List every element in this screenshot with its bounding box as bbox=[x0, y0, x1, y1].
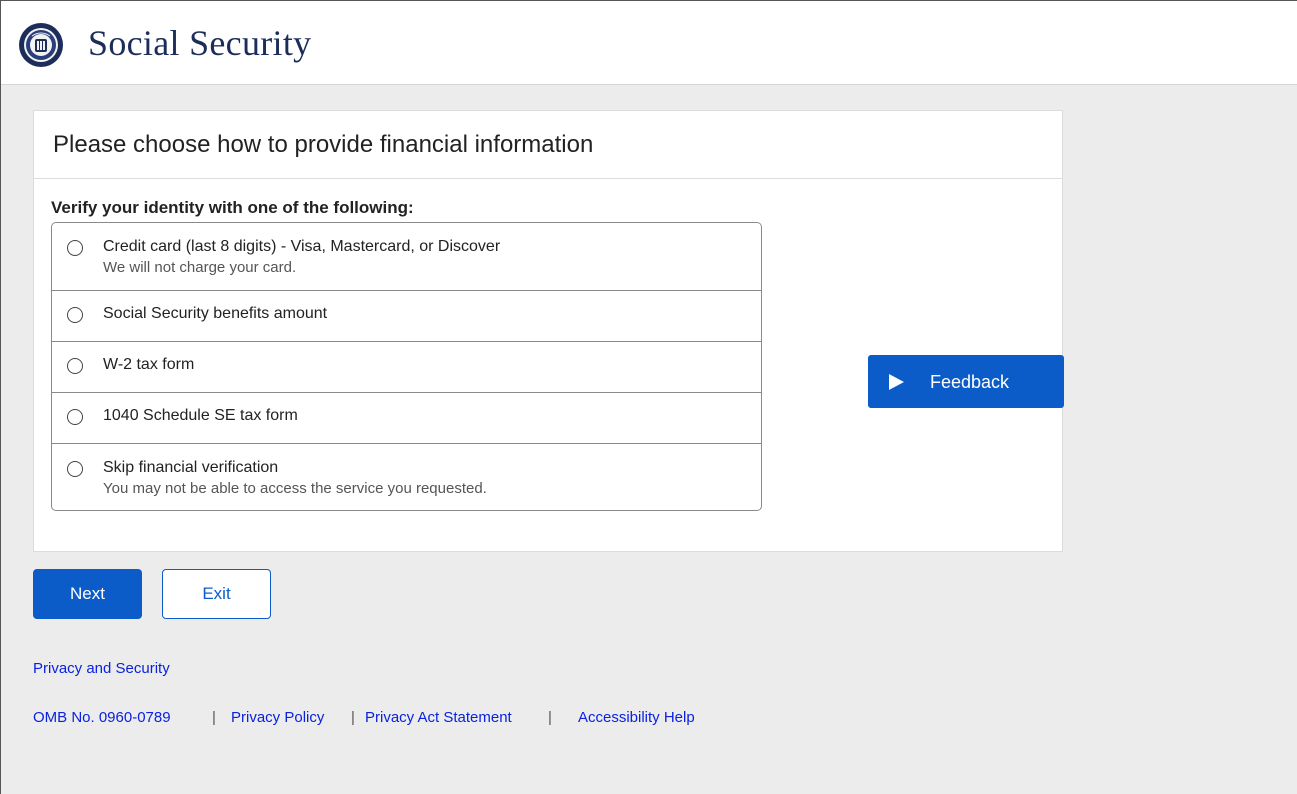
option-benefits-amount[interactable]: Social Security benefits amount bbox=[52, 290, 761, 341]
feedback-label: Feedback bbox=[930, 372, 1010, 392]
privacy-security-link[interactable]: Privacy and Security bbox=[33, 660, 170, 677]
footer-separator: | bbox=[351, 709, 355, 726]
radio-button[interactable] bbox=[67, 461, 83, 477]
option-label: W-2 tax form bbox=[103, 356, 195, 373]
omb-number-link[interactable]: OMB No. 0960-0789 bbox=[33, 709, 171, 726]
verification-options: Credit card (last 8 digits) - Visa, Mast… bbox=[51, 222, 762, 511]
radio-button[interactable] bbox=[67, 358, 83, 374]
footer-separator: | bbox=[548, 709, 552, 726]
option-w2-form[interactable]: W-2 tax form bbox=[52, 341, 761, 392]
play-triangle-icon bbox=[889, 374, 904, 390]
option-skip-verification[interactable]: Skip financial verification You may not … bbox=[52, 443, 761, 510]
page-title: Please choose how to provide financial i… bbox=[53, 131, 594, 158]
next-button[interactable]: Next bbox=[33, 569, 142, 619]
privacy-act-link[interactable]: Privacy Act Statement bbox=[365, 709, 512, 726]
accessibility-help-link[interactable]: Accessibility Help bbox=[578, 709, 695, 726]
card-divider bbox=[34, 178, 1062, 179]
option-label: Social Security benefits amount bbox=[103, 305, 328, 322]
option-hint: We will not charge your card. bbox=[103, 259, 297, 276]
site-header: Social Security bbox=[0, 0, 1297, 85]
radio-button[interactable] bbox=[67, 307, 83, 323]
verification-card: Please choose how to provide financial i… bbox=[33, 110, 1063, 552]
verify-prompt: Verify your identity with one of the fol… bbox=[51, 198, 414, 217]
option-label: Skip financial verification bbox=[103, 459, 279, 476]
radio-button[interactable] bbox=[67, 240, 83, 256]
footer-separator: | bbox=[212, 709, 216, 726]
privacy-policy-link[interactable]: Privacy Policy bbox=[231, 709, 324, 726]
feedback-button[interactable]: Feedback bbox=[868, 355, 1064, 408]
option-1040-schedule-se[interactable]: 1040 Schedule SE tax form bbox=[52, 392, 761, 443]
site-title[interactable]: Social Security bbox=[88, 22, 311, 64]
ssa-seal-icon[interactable] bbox=[18, 22, 64, 68]
option-credit-card[interactable]: Credit card (last 8 digits) - Visa, Mast… bbox=[52, 223, 761, 290]
option-label: 1040 Schedule SE tax form bbox=[103, 407, 298, 424]
exit-button[interactable]: Exit bbox=[162, 569, 271, 619]
option-hint: You may not be able to access the servic… bbox=[103, 480, 487, 497]
radio-button[interactable] bbox=[67, 409, 83, 425]
option-label: Credit card (last 8 digits) - Visa, Mast… bbox=[103, 238, 501, 255]
